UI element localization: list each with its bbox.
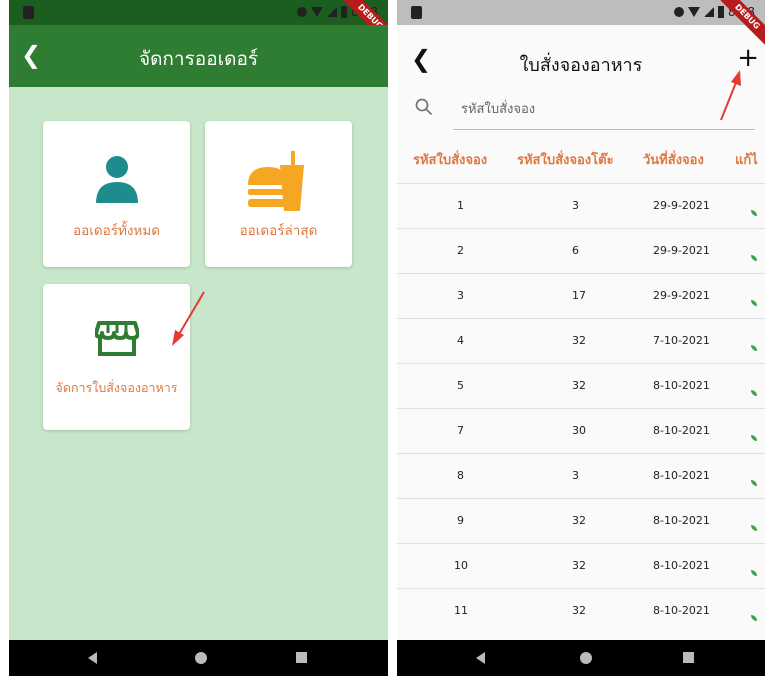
cell-id: 8	[457, 469, 464, 482]
cell-date: 8-10-2021	[653, 379, 710, 392]
edit-icon[interactable]	[751, 255, 757, 261]
cell-id: 5	[457, 379, 464, 392]
battery-icon	[718, 6, 725, 18]
nav-back-icon[interactable]	[88, 652, 97, 664]
table-row[interactable]: 7 30 8-10-2021	[397, 408, 765, 453]
do-not-disturb-icon	[297, 7, 308, 17]
table-body: 1 3 29-9-2021 2 6 29-9-2021 3 17 29-9-20…	[397, 183, 765, 633]
cell-table-id: 3	[572, 199, 579, 212]
cell-table-id: 3	[572, 469, 579, 482]
card-label: ออเดอร์ล่าสุด	[239, 223, 318, 239]
sim-icon	[411, 6, 422, 19]
do-not-disturb-icon	[674, 7, 685, 17]
red-arrow-annotation	[172, 291, 205, 346]
cell-date: 8-10-2021	[653, 559, 710, 572]
cell-table-id: 17	[572, 289, 586, 302]
cell-table-id: 32	[572, 559, 586, 572]
column-header: รหัสใบสั่งจองโต๊ะ	[517, 153, 614, 168]
table-header: รหัสใบสั่งจอง รหัสใบสั่งจองโต๊ะ วันที่สั…	[397, 145, 765, 183]
edit-icon[interactable]	[751, 300, 757, 306]
edit-icon[interactable]	[751, 615, 757, 621]
cell-id: 11	[454, 604, 468, 617]
edit-icon[interactable]	[751, 480, 757, 486]
page-title: ใบสั่งจองอาหาร	[519, 55, 643, 76]
card-label: ออเดอร์ทั้งหมด	[72, 223, 160, 239]
table-row[interactable]: 1 3 29-9-2021	[397, 183, 765, 228]
cell-id: 4	[457, 334, 464, 347]
signal-icon	[704, 7, 715, 17]
table-row[interactable]: 4 32 7-10-2021	[397, 318, 765, 363]
edit-icon[interactable]	[751, 570, 757, 576]
cell-table-id: 32	[572, 514, 586, 527]
left-screen: 8:28 DEBUG ❮ จัดการออเดอร์ ออเดอร์ทั้งหม…	[9, 0, 388, 676]
edit-icon[interactable]	[751, 390, 757, 396]
cell-table-id: 6	[572, 244, 579, 257]
battery-icon	[341, 6, 348, 18]
card-all-orders[interactable]: ออเดอร์ทั้งหมด	[43, 121, 190, 267]
person-icon	[96, 156, 138, 203]
table-row[interactable]: 10 32 8-10-2021	[397, 543, 765, 588]
table-row[interactable]: 9 32 8-10-2021	[397, 498, 765, 543]
nav-home-icon[interactable]	[195, 652, 207, 664]
card-latest-orders[interactable]: ออเดอร์ล่าสุด	[205, 121, 352, 267]
nav-recents-icon[interactable]	[296, 652, 307, 663]
column-header: วันที่สั่งจอง	[643, 153, 704, 168]
system-nav-bar	[9, 640, 388, 676]
cell-id: 7	[457, 424, 464, 437]
cell-date: 7-10-2021	[653, 334, 710, 347]
cell-date: 8-10-2021	[653, 604, 710, 617]
table-row[interactable]: 11 32 8-10-2021	[397, 588, 765, 633]
table-row[interactable]: 5 32 8-10-2021	[397, 363, 765, 408]
table-row[interactable]: 2 6 29-9-2021	[397, 228, 765, 273]
edit-icon[interactable]	[751, 525, 757, 531]
search-bar	[415, 92, 755, 130]
cell-table-id: 32	[572, 604, 586, 617]
wifi-icon	[688, 7, 701, 17]
cell-table-id: 30	[572, 424, 586, 437]
nav-back-icon[interactable]	[476, 652, 485, 664]
table-row[interactable]: 3 17 29-9-2021	[397, 273, 765, 318]
edit-icon[interactable]	[751, 435, 757, 441]
system-nav-bar	[397, 640, 765, 676]
cell-date: 8-10-2021	[653, 424, 710, 437]
cell-date: 8-10-2021	[653, 469, 710, 482]
cell-id: 3	[457, 289, 464, 302]
cell-date: 8-10-2021	[653, 514, 710, 527]
fastfood-icon	[248, 151, 304, 211]
column-header: แก้ไ	[735, 153, 758, 168]
wifi-icon	[311, 7, 324, 17]
cell-table-id: 32	[572, 334, 586, 347]
cell-id: 1	[457, 199, 464, 212]
cell-id: 10	[454, 559, 468, 572]
cell-table-id: 32	[572, 379, 586, 392]
sim-icon	[23, 6, 34, 19]
edit-icon[interactable]	[751, 345, 757, 351]
page-title: จัดการออเดอร์	[138, 48, 259, 70]
nav-recents-icon[interactable]	[683, 652, 694, 663]
status-bar: 8:28 DEBUG	[397, 0, 765, 51]
status-bar: 8:28 DEBUG	[9, 0, 388, 51]
table-row[interactable]: 8 3 8-10-2021	[397, 453, 765, 498]
cell-id: 9	[457, 514, 464, 527]
column-header: รหัสใบสั่งจอง	[413, 153, 488, 168]
app-bar: ❮ จัดการออเดอร์	[9, 25, 388, 87]
card-label: จัดการใบสั่งจองอาหาร	[55, 380, 178, 395]
signal-icon	[327, 7, 338, 17]
app-bar: ❮ ใบสั่งจองอาหาร +	[397, 25, 765, 99]
cell-date: 29-9-2021	[653, 244, 710, 257]
search-field	[453, 92, 755, 130]
right-screen: 8:28 DEBUG ❮ ใบสั่งจองอาหาร + รหัสใบสั่ง…	[397, 0, 765, 676]
cell-date: 29-9-2021	[653, 289, 710, 302]
cell-date: 29-9-2021	[653, 199, 710, 212]
cell-id: 2	[457, 244, 464, 257]
store-icon	[95, 321, 139, 356]
edit-icon[interactable]	[751, 210, 757, 216]
search-input[interactable]	[453, 92, 755, 126]
nav-home-icon[interactable]	[580, 652, 592, 664]
search-icon	[415, 98, 433, 116]
